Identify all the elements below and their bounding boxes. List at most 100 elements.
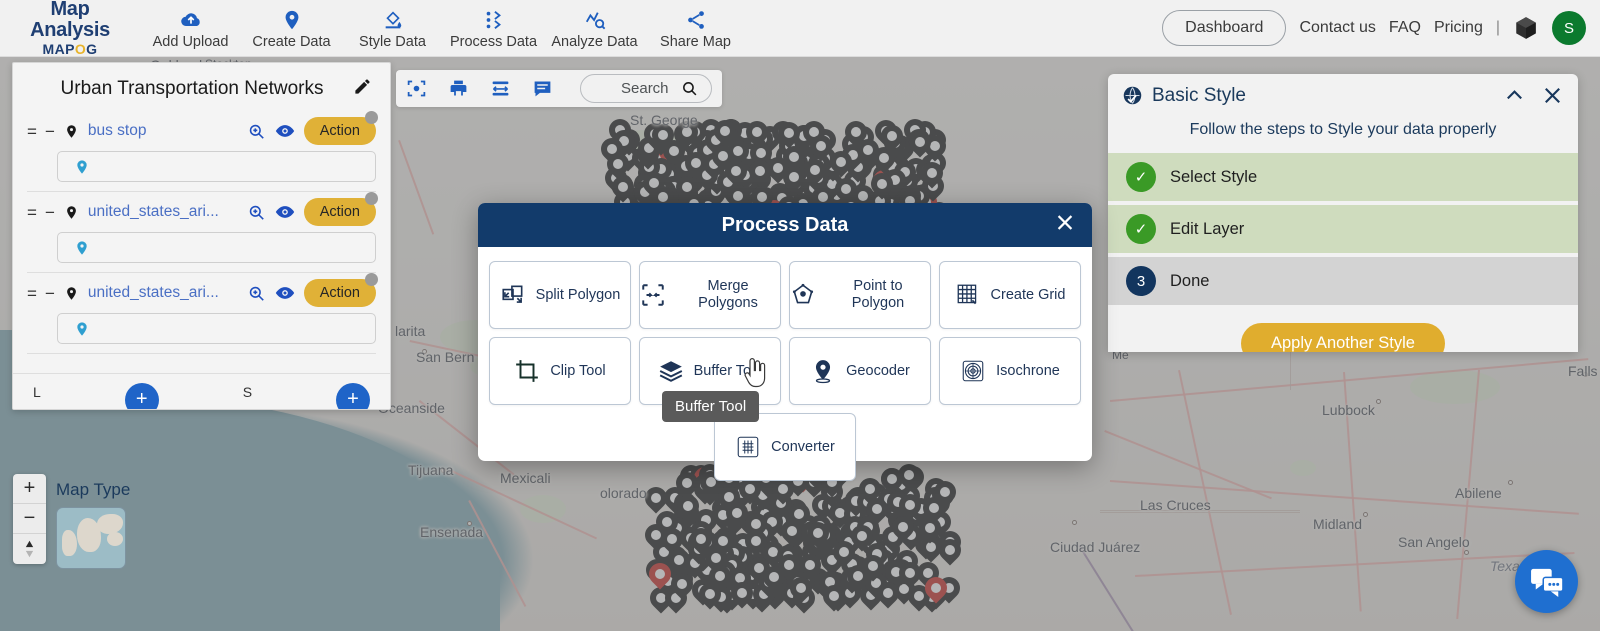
tool-create-grid[interactable]: Create Grid: [939, 261, 1081, 329]
tool-label: Point to Polygon: [851, 278, 905, 311]
nav-item-process-data[interactable]: Process Data: [443, 7, 544, 50]
pricing-link[interactable]: Pricing: [1434, 19, 1483, 37]
zoom-to-layer-icon[interactable]: [247, 203, 266, 222]
add-layer-button[interactable]: +: [124, 382, 159, 409]
add-data-button[interactable]: +: [336, 382, 370, 409]
chat-bubbles-icon[interactable]: [1515, 550, 1578, 613]
contact-us-link[interactable]: Contact us: [1299, 19, 1375, 37]
eye-visibility-icon[interactable]: [275, 202, 295, 222]
dashboard-button[interactable]: Dashboard: [1162, 10, 1287, 46]
nav-item-share-map[interactable]: Share Map: [645, 7, 746, 50]
nav-item-analyze-data[interactable]: Analyze Data: [544, 7, 645, 50]
layer-row[interactable]: = − bus stop Action: [13, 111, 390, 151]
measure-icon[interactable]: [490, 78, 511, 99]
process-tools-row-1: Split Polygon Merge Polygons Point to Poly…: [489, 261, 1081, 329]
search-icon[interactable]: [681, 80, 698, 97]
map-type-control: Map Type: [56, 480, 130, 569]
process-data-modal-header: Process Data: [478, 203, 1092, 247]
tool-geocoder[interactable]: Geocoder: [789, 337, 931, 405]
footer-mid-text: S: [242, 383, 253, 400]
nav-right-group: Dashboard Contact us FAQ Pricing | S: [1162, 10, 1600, 46]
collapse-icon[interactable]: −: [45, 285, 55, 302]
layer-legend-box[interactable]: [57, 151, 376, 182]
style-panel-subtitle: Follow the steps to Style your data prop…: [1189, 121, 1497, 138]
nav-item-label: Add Upload: [152, 33, 229, 50]
layer-legend-box[interactable]: [57, 313, 376, 344]
apply-another-style-button[interactable]: Apply Another Style: [1240, 323, 1445, 352]
layer-status-dot: [365, 192, 378, 205]
legend-pin-icon: [74, 240, 90, 256]
map-type-label: Map Type: [56, 480, 131, 499]
basic-style-panel: Basic Style Follow the steps to Style yo…: [1108, 74, 1578, 352]
tool-point-to-polygon[interactable]: Point to Polygon: [789, 261, 931, 329]
close-icon[interactable]: [1541, 84, 1564, 107]
step-label: Select Style: [1170, 167, 1258, 186]
eye-visibility-icon[interactable]: [275, 283, 295, 303]
clip-tool-icon: [514, 358, 540, 384]
map-pin-icon: [281, 9, 303, 31]
nav-item-label: Create Data: [252, 33, 331, 50]
map-toolbar: Search: [396, 70, 722, 107]
layer-action-label: Action: [319, 123, 360, 139]
nav-item-label: Share Map: [660, 33, 731, 50]
buffer-tool-tooltip: Buffer Tool: [662, 391, 760, 422]
style-step-select-style[interactable]: ✓ Select Style: [1108, 153, 1578, 201]
layer-action-button[interactable]: Action: [303, 192, 378, 226]
layer-name[interactable]: united_states_ari...: [88, 284, 238, 302]
tool-merge-polygons[interactable]: Merge Polygons: [639, 261, 781, 329]
pencil-icon[interactable]: [353, 77, 372, 101]
layer-action-button[interactable]: Action: [303, 111, 378, 145]
nav-item-style-data[interactable]: Style Data: [342, 7, 443, 50]
tool-label: Geocoder: [846, 362, 910, 379]
collapse-icon[interactable]: −: [45, 204, 55, 221]
map-type-thumbnail[interactable]: [56, 507, 126, 569]
point-to-polygon-icon: [790, 282, 816, 308]
map-pin-icon: [64, 286, 79, 301]
tool-label: Converter: [771, 438, 835, 455]
style-step-done[interactable]: 3 Done: [1108, 257, 1578, 305]
modal-title: Process Data: [721, 213, 849, 236]
layer-row[interactable]: = − united_states_ari... Action: [13, 273, 390, 313]
zoom-to-layer-icon[interactable]: [247, 284, 266, 303]
brand-logo[interactable]: Map Analysis MAPOG: [0, 0, 130, 57]
layer-row[interactable]: = − united_states_ari... Action: [13, 192, 390, 232]
nav-item-add-upload[interactable]: Add Upload: [140, 7, 241, 50]
style-step-edit-layer[interactable]: ✓ Edit Layer: [1108, 205, 1578, 253]
faq-link[interactable]: FAQ: [1389, 19, 1421, 37]
compass-icon[interactable]: [13, 534, 46, 564]
tool-isochrone[interactable]: Isochrone: [939, 337, 1081, 405]
cube-icon[interactable]: [1513, 15, 1539, 41]
legend-pin-icon: [74, 159, 90, 175]
layer-action-label: Action: [319, 285, 360, 301]
collapse-icon[interactable]: −: [45, 123, 55, 140]
print-icon[interactable]: [448, 78, 469, 99]
legend-icon[interactable]: [532, 78, 553, 99]
avatar[interactable]: S: [1552, 11, 1586, 45]
layer-action-button[interactable]: Action: [303, 273, 378, 307]
drag-handle-icon[interactable]: =: [27, 204, 37, 221]
layer-name[interactable]: bus stop: [88, 122, 238, 140]
eye-visibility-icon[interactable]: [275, 121, 295, 141]
continent-shape: [97, 514, 123, 534]
tool-converter[interactable]: Converter: [714, 413, 856, 481]
zoom-out-button[interactable]: −: [13, 504, 46, 534]
close-icon[interactable]: [1054, 212, 1076, 239]
tool-clip-tool[interactable]: Clip Tool: [489, 337, 631, 405]
layer-name[interactable]: united_states_ari...: [88, 203, 238, 221]
zoom-to-layer-icon[interactable]: [247, 122, 266, 141]
tool-split-polygon[interactable]: Split Polygon: [489, 261, 631, 329]
drag-handle-icon[interactable]: =: [27, 285, 37, 302]
zoom-in-button[interactable]: +: [13, 474, 46, 504]
layer-item: = − united_states_ari... Action: [13, 192, 390, 273]
layer-legend-box[interactable]: [57, 232, 376, 263]
chevron-up-icon[interactable]: [1503, 84, 1526, 107]
split-polygon-icon: [500, 282, 526, 308]
fit-bounds-icon[interactable]: [406, 78, 427, 99]
drag-handle-icon[interactable]: =: [27, 123, 37, 140]
nav-item-create-data[interactable]: Create Data: [241, 7, 342, 50]
share-icon: [685, 9, 707, 31]
layer-item: = − bus stop Action: [13, 111, 390, 192]
brand-title: Map Analysis: [30, 0, 110, 41]
search-input[interactable]: Search: [580, 74, 712, 103]
style-panel-title: Basic Style: [1152, 84, 1246, 106]
